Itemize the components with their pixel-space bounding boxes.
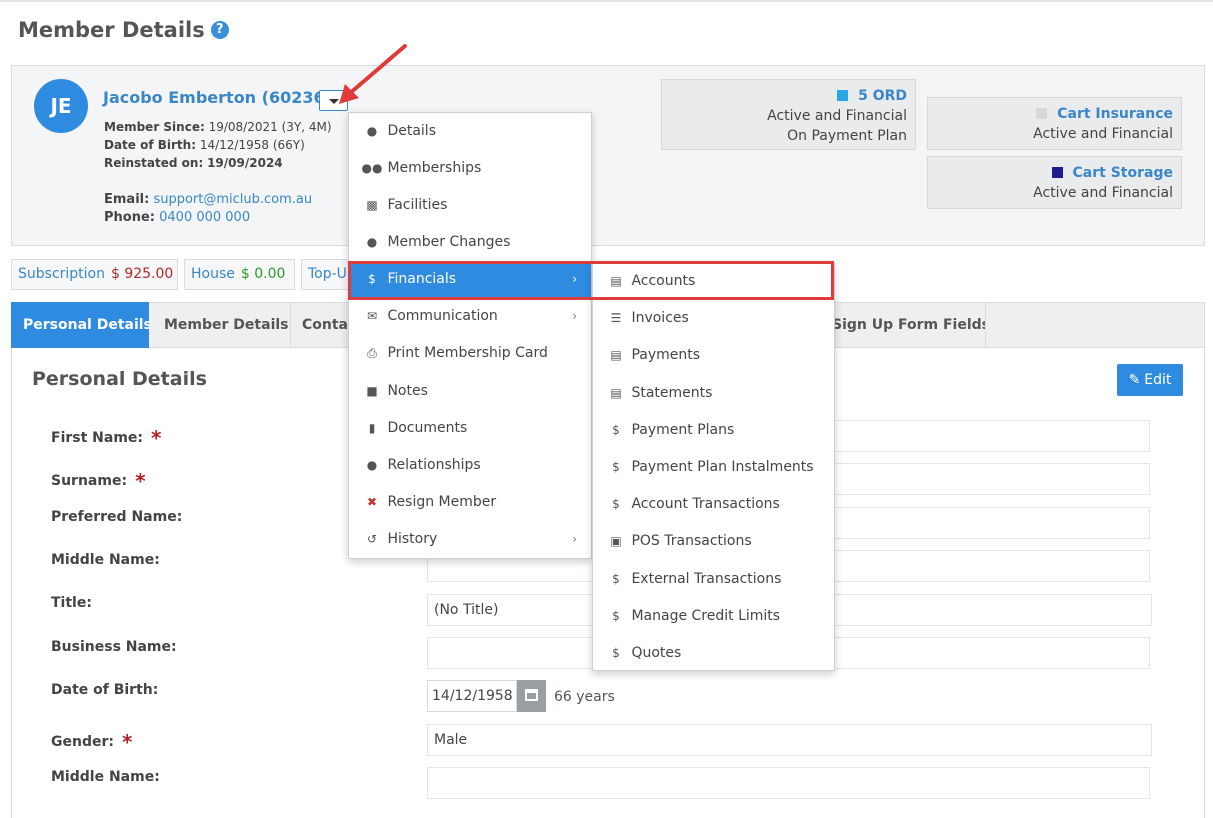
required-marker: * [121,730,133,754]
member-name-link[interactable]: Jacobo Emberton (60236) [103,88,332,107]
age-text: 66 years [554,689,615,705]
member-dob: Date of Birth: 14/12/1958 (66Y) [104,138,305,152]
member-actions-menu: ● Details ●● Memberships ▩ Facilities ● … [348,112,592,559]
dollar-icon: $ [612,572,620,586]
subscription-balance[interactable]: Subscription $ 925.00 [11,259,178,290]
member-since: Member Since: 19/08/2021 (3Y, 4M) [104,120,332,134]
puzzle-icon: ▩ [366,198,378,212]
menu-item-communication[interactable]: ✉ Communication › [349,298,591,335]
membership-status-5-ord: 5 ORD Active and Financial On Payment Pl… [661,79,916,150]
label-preferred-name: Preferred Name: [51,509,183,525]
submenu-item-invoices[interactable]: ☰ Invoices [593,300,834,337]
menu-item-memberships[interactable]: ●● Memberships [349,150,591,187]
monitor-icon: ▣ [610,534,622,548]
calendar-button[interactable] [517,680,546,712]
submenu-item-payment-plans[interactable]: $ Payment Plans [593,412,834,449]
menu-item-resign-member[interactable]: ✖ Resign Member [349,484,591,521]
question-circle-icon[interactable]: ? [210,21,229,39]
menu-item-relationships[interactable]: ● Relationships [349,447,591,484]
submenu-item-payments[interactable]: ▤ Payments [593,337,834,374]
member-phone: Phone: 0400 000 000 [104,210,251,225]
menu-item-notes[interactable]: ■ Notes [349,373,591,410]
annotation-arrow-icon [339,44,407,104]
member-reinstated: Reinstated on: 19/09/2024 [104,156,283,170]
member-email: Email: support@miclub.com.au [104,192,313,207]
top-border [0,0,1213,2]
label-surname: Surname: * [51,469,146,493]
submenu-item-account-transactions[interactable]: $ Account Transactions [593,486,834,523]
section-title: Personal Details [32,368,207,390]
label-title: Title: [51,595,92,611]
menu-item-print-membership-card[interactable]: ⎙ Print Membership Card [349,335,591,372]
phone-link[interactable]: 0400 000 000 [159,210,250,225]
label-gender: Gender: * [51,730,133,754]
page-title: Member Details ? [18,18,229,42]
membership-color-swatch [837,90,849,101]
membership-color-swatch [1051,167,1063,178]
user-icon: ● [366,458,378,472]
avatar: JE [34,79,88,133]
menu-item-facilities[interactable]: ▩ Facilities [349,187,591,224]
tab-contact[interactable]: Contac [290,302,350,348]
submenu-item-pos-transactions[interactable]: ▣ POS Transactions [593,523,834,560]
submenu-item-quotes[interactable]: $ Quotes [593,635,834,672]
label-first-name: First Name: * [51,426,162,450]
required-marker: * [135,469,146,493]
required-marker: * [151,426,162,450]
list-icon: ☰ [610,311,622,325]
financials-submenu: ▤ Accounts ☰ Invoices ▤ Payments ▤ State… [592,262,835,671]
highlight-box [348,261,834,300]
label-date-of-birth: Date of Birth: [51,682,159,698]
label-middle-name-2: Middle Name: [51,769,160,785]
tab-personal-details[interactable]: Personal Details [11,302,149,348]
tab-divider [985,302,986,348]
membership-title-link[interactable]: Cart Insurance [1057,106,1173,122]
submenu-item-external-transactions[interactable]: $ External Transactions [593,561,834,598]
times-circle-icon: ✖ [366,495,378,509]
file-icon: ▮ [368,421,376,435]
label-business-name: Business Name: [51,639,177,655]
file-text-icon: ▤ [610,386,622,400]
dollar-icon: $ [612,423,620,437]
membership-status-cart-insurance: Cart Insurance Active and Financial [927,97,1182,150]
middle-name-input-2[interactable] [427,767,1150,799]
gender-select[interactable]: Male [427,724,1152,756]
submenu-item-statements[interactable]: ▤ Statements [593,375,834,412]
tab-member-details[interactable]: Member Details [152,302,290,348]
label-middle-name: Middle Name: [51,552,160,568]
chevron-right-icon: › [572,309,577,323]
print-icon: ⎙ [367,346,377,360]
submenu-item-payment-plan-instalments[interactable]: $ Payment Plan Instalments [593,449,834,486]
email-link[interactable]: support@miclub.com.au [153,192,312,207]
history-icon: ↺ [366,532,378,546]
dollar-icon: $ [612,609,620,623]
calendar-icon [525,689,538,701]
menu-item-details[interactable]: ● Details [349,113,591,150]
menu-item-history[interactable]: ↺ History › [349,521,591,558]
menu-item-documents[interactable]: ▮ Documents [349,410,591,447]
membership-title-link[interactable]: Cart Storage [1073,165,1173,181]
membership-title-link[interactable]: 5 ORD [858,88,907,104]
archive-icon: ■ [366,384,378,398]
chevron-right-icon: › [572,532,577,546]
user-icon: ● [366,235,378,249]
envelope-icon: ✉ [366,309,378,323]
dollar-icon: $ [612,646,620,660]
dollar-icon: $ [612,497,620,511]
membership-status-cart-storage: Cart Storage Active and Financial [927,156,1182,209]
membership-color-swatch [1036,108,1048,119]
dollar-icon: $ [612,460,620,474]
menu-item-member-changes[interactable]: ● Member Changes [349,224,591,261]
user-icon: ● [366,124,378,138]
page-title-text: Member Details [18,18,205,42]
date-of-birth-input[interactable]: 14/12/1958 [427,680,517,712]
users-icon: ●● [361,161,383,175]
pencil-icon: ✎ [1128,372,1141,388]
file-text-icon: ▤ [610,348,622,362]
tab-sign-up-form-fields[interactable]: Sign Up Form Fields [820,302,985,348]
edit-button[interactable]: ✎ Edit [1117,364,1183,396]
house-balance[interactable]: House $ 0.00 [184,259,295,290]
submenu-item-manage-credit-limits[interactable]: $ Manage Credit Limits [593,598,834,635]
